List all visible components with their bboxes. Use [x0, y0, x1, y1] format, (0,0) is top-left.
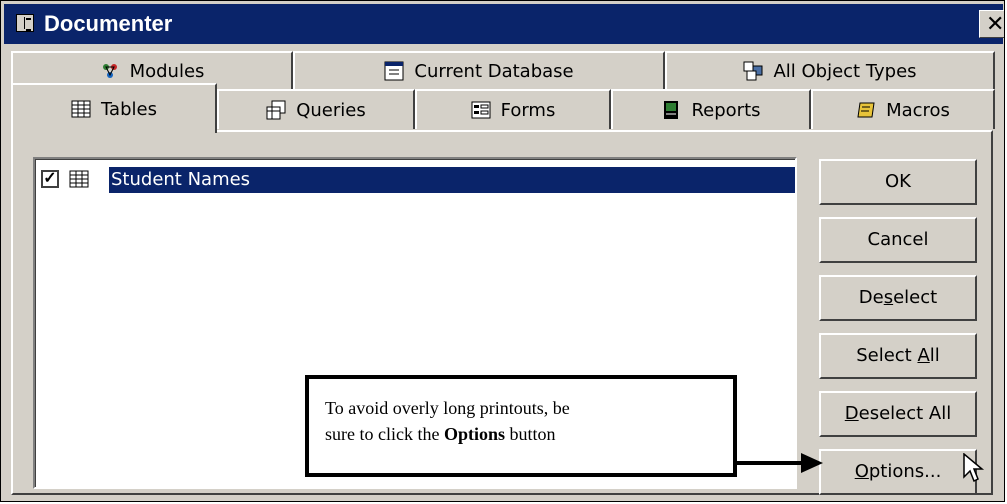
options-label-post: ptions...	[868, 461, 942, 482]
tab-queries[interactable]: Queries	[217, 89, 415, 129]
tab-all-object-types[interactable]: All Object Types	[665, 51, 995, 89]
list-item[interactable]: ✓ Student Names	[41, 167, 795, 193]
deselect-all-button[interactable]: Deselect All	[819, 391, 977, 437]
select-all-button[interactable]: Select All	[819, 333, 977, 379]
table-icon	[71, 99, 91, 119]
window-title: Documenter	[44, 11, 173, 36]
tab-tables[interactable]: Tables	[11, 83, 217, 133]
ok-label: OK	[885, 171, 911, 192]
tab-label: All Object Types	[773, 60, 917, 82]
callout-line-2-pre: sure to click the	[325, 424, 444, 444]
deselect-accel: s	[883, 287, 894, 308]
object-checkbox[interactable]: ✓	[41, 170, 59, 188]
ok-button[interactable]: OK	[819, 159, 977, 205]
options-accel: O	[854, 461, 869, 482]
tab-forms[interactable]: Forms	[415, 89, 611, 129]
documenter-form-icon	[16, 14, 34, 32]
cancel-button[interactable]: Cancel	[819, 217, 977, 263]
current-database-icon	[384, 61, 404, 81]
callout-emphasis: Options	[443, 424, 505, 444]
callout-arrow-head	[801, 453, 823, 473]
form-icon	[471, 100, 491, 120]
all-object-types-icon	[743, 61, 763, 81]
deselect-label-post: elect	[893, 287, 938, 308]
callout-arrow-line	[737, 461, 805, 465]
tab-label: Queries	[296, 99, 366, 121]
select-all-accel: A	[917, 345, 930, 366]
tab-label: Forms	[500, 99, 556, 121]
report-icon	[661, 100, 681, 120]
options-button[interactable]: Options...	[819, 449, 977, 495]
macro-icon	[856, 100, 876, 120]
object-name[interactable]: Student Names	[109, 167, 795, 193]
table-icon	[69, 170, 89, 188]
callout-line-1: To avoid overly long printouts, be	[325, 398, 570, 418]
deselect-label-pre: De	[858, 287, 884, 308]
tab-reports[interactable]: Reports	[611, 89, 811, 129]
deselect-all-label-post: eselect All	[858, 403, 952, 424]
tab-current-database[interactable]: Current Database	[293, 51, 665, 89]
tab-label: Modules	[129, 60, 205, 82]
tab-label: Reports	[691, 99, 761, 121]
callout-line-2-post: button	[505, 424, 556, 444]
tab-label: Macros	[886, 99, 950, 121]
tab-macros[interactable]: Macros	[811, 89, 995, 129]
query-icon	[266, 100, 286, 120]
callout-line-2: sure to click the Options button	[325, 421, 733, 447]
title-bar[interactable]: Documenter ✕	[4, 4, 1004, 44]
deselect-button[interactable]: Deselect	[819, 275, 977, 321]
close-button[interactable]: ✕	[979, 10, 1004, 38]
cancel-label: Cancel	[867, 229, 929, 250]
tab-label: Tables	[101, 98, 157, 120]
select-all-label-post: ll	[929, 345, 940, 366]
modules-icon	[100, 61, 120, 81]
instruction-callout: To avoid overly long printouts, be sure …	[305, 375, 737, 477]
deselect-all-accel: D	[844, 403, 859, 424]
mouse-pointer-icon	[963, 452, 985, 490]
tab-label: Current Database	[414, 60, 574, 82]
documenter-dialog: Documenter ✕ Modules Current Database Al…	[0, 0, 1005, 502]
select-all-label-pre: Select	[856, 345, 918, 366]
